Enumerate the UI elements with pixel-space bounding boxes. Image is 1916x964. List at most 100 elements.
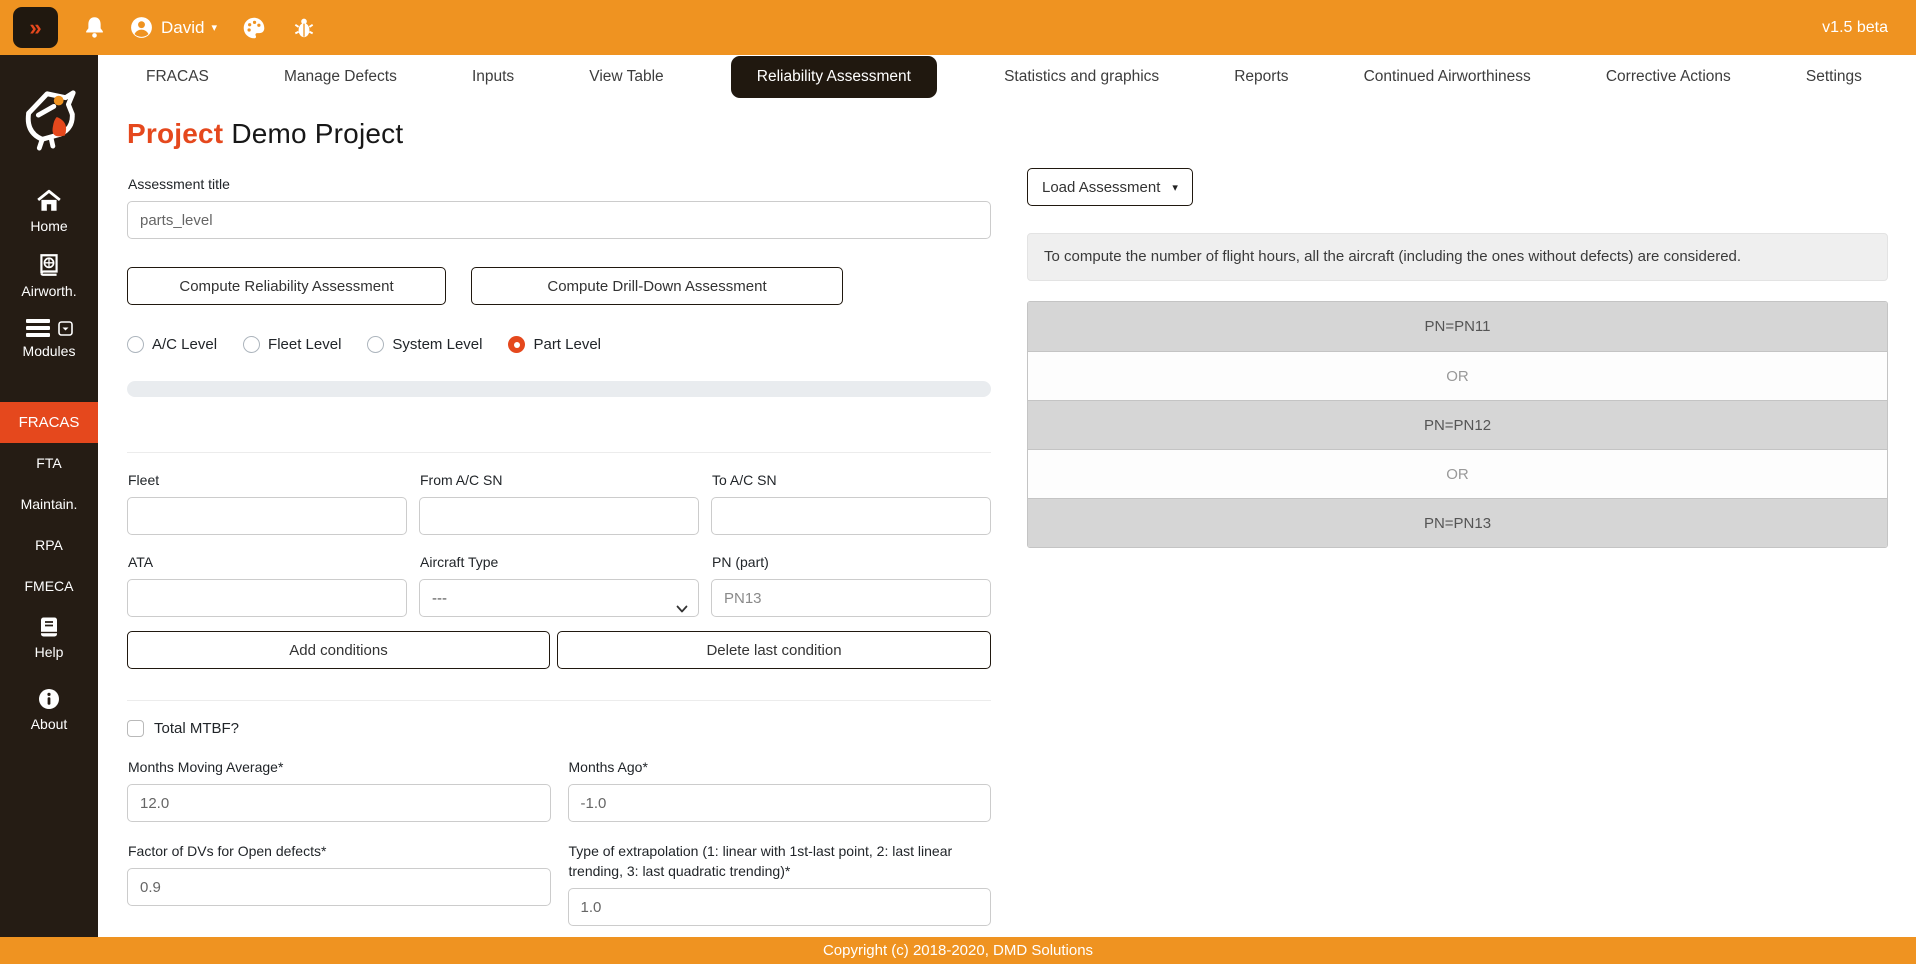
from-ac-sn-field: From A/C SN — [419, 470, 699, 535]
modules-dropdown-icon[interactable] — [58, 321, 73, 336]
delete-last-condition-button[interactable]: Delete last condition — [557, 631, 991, 669]
pn-input[interactable] — [711, 579, 991, 617]
user-menu-caret-icon: ▾ — [211, 21, 217, 34]
ata-input[interactable] — [127, 579, 407, 617]
sidebar-item-modules[interactable]: Modules — [0, 318, 98, 359]
assessment-form: Project Demo Project Assessment title Co… — [127, 102, 991, 926]
sidebar-item-fta[interactable]: FTA — [0, 455, 98, 471]
pn-field: PN (part) — [711, 552, 991, 617]
sidebar-item-maintain[interactable]: Maintain. — [0, 496, 98, 512]
radio-circle-icon[interactable] — [243, 336, 260, 353]
compute-drilldown-button[interactable]: Compute Drill-Down Assessment — [471, 267, 843, 305]
months-moving-average-label: Months Moving Average* — [128, 757, 551, 777]
user-menu[interactable]: David ▾ — [129, 15, 217, 40]
radio-circle-icon[interactable] — [127, 336, 144, 353]
module-tab-bar: FRACAS Manage Defects Inputs View Table … — [98, 55, 1916, 102]
sidebar-item-home[interactable]: Home — [0, 189, 98, 234]
sidebar-item-label: Airworth. — [21, 283, 76, 299]
ata-field: ATA — [127, 552, 407, 617]
add-conditions-button[interactable]: Add conditions — [127, 631, 550, 669]
radio-part-level[interactable]: Part Level — [508, 336, 601, 353]
bug-report-icon[interactable] — [291, 15, 317, 41]
aircraft-type-label: Aircraft Type — [420, 552, 699, 572]
to-ac-sn-input[interactable] — [711, 497, 991, 535]
home-icon — [36, 189, 62, 213]
info-circle-icon — [37, 687, 61, 711]
tab-view-table[interactable]: View Table — [581, 55, 671, 99]
compute-reliability-button[interactable]: Compute Reliability Assessment — [127, 267, 446, 305]
level-radio-group: A/C Level Fleet Level System Level Part … — [127, 336, 991, 353]
sidebar-item-label: Help — [35, 644, 64, 660]
load-assessment-button[interactable]: Load Assessment ▾ — [1027, 168, 1193, 206]
sidebar-item-label: About — [31, 716, 68, 732]
condition-row: PN=PN13 — [1028, 498, 1887, 547]
total-mtbf-checkbox[interactable] — [127, 720, 144, 737]
dropdown-caret-icon: ▾ — [1172, 181, 1178, 194]
factor-dvs-field: Factor of DVs for Open defects* — [127, 841, 551, 906]
radio-circle-checked-icon[interactable] — [508, 336, 525, 353]
from-ac-sn-input[interactable] — [419, 497, 699, 535]
to-ac-sn-field: To A/C SN — [711, 470, 991, 535]
sidebar-item-rpa[interactable]: RPA — [0, 537, 98, 553]
radio-system-level[interactable]: System Level — [367, 336, 482, 353]
assessment-title-input[interactable] — [127, 201, 991, 239]
app-version: v1.5 beta — [1822, 19, 1888, 37]
to-ac-sn-label: To A/C SN — [712, 470, 991, 490]
months-moving-average-input[interactable] — [127, 784, 551, 822]
user-avatar-icon — [129, 15, 154, 40]
factor-dvs-label: Factor of DVs for Open defects* — [128, 841, 551, 861]
airworthiness-book-icon — [36, 252, 62, 278]
sidebar-item-label: Home — [30, 218, 67, 234]
extrapolation-type-label: Type of extrapolation (1: linear with 1s… — [569, 841, 992, 881]
extrapolation-type-input[interactable] — [568, 888, 992, 926]
fleet-input[interactable] — [127, 497, 407, 535]
divider — [127, 452, 991, 453]
condition-operator-row: OR — [1028, 351, 1887, 400]
info-text: To compute the number of flight hours, a… — [1044, 248, 1741, 265]
top-bar: » David ▾ v1.5 beta — [0, 0, 1916, 55]
factor-dvs-input[interactable] — [127, 868, 551, 906]
total-mtbf-option[interactable]: Total MTBF? — [127, 720, 991, 737]
sidebar-item-help[interactable]: Help — [0, 615, 98, 660]
divider — [127, 700, 991, 701]
theme-palette-icon[interactable] — [241, 15, 267, 41]
months-ago-field: Months Ago* — [568, 757, 992, 822]
condition-row: PN=PN11 — [1028, 302, 1887, 351]
assessment-side-panel: Load Assessment ▾ To compute the number … — [1027, 102, 1888, 548]
tab-settings[interactable]: Settings — [1798, 55, 1870, 99]
radio-fleet-level[interactable]: Fleet Level — [243, 336, 341, 353]
months-ago-label: Months Ago* — [569, 757, 992, 777]
tab-continued-airworthiness[interactable]: Continued Airworthiness — [1356, 55, 1539, 99]
sidebar-item-label: Modules — [23, 343, 76, 359]
notifications-bell-icon[interactable] — [82, 15, 107, 40]
aircraft-type-select[interactable]: --- — [419, 579, 699, 617]
tab-manage-defects[interactable]: Manage Defects — [276, 55, 405, 99]
pn-label: PN (part) — [712, 552, 991, 572]
tab-inputs[interactable]: Inputs — [464, 55, 522, 99]
condition-operator-row: OR — [1028, 449, 1887, 498]
sidebar-item-fracas-active[interactable]: FRACAS — [0, 402, 98, 443]
months-ago-input[interactable] — [568, 784, 992, 822]
total-mtbf-label: Total MTBF? — [154, 720, 239, 737]
tab-statistics-and-graphics[interactable]: Statistics and graphics — [996, 55, 1167, 99]
page-title-prefix: Project — [127, 118, 223, 149]
tab-fracas[interactable]: FRACAS — [138, 55, 217, 99]
from-ac-sn-label: From A/C SN — [420, 470, 699, 490]
tab-reports[interactable]: Reports — [1226, 55, 1296, 99]
radio-circle-icon[interactable] — [367, 336, 384, 353]
sidebar-item-airworthiness[interactable]: Airworth. — [0, 252, 98, 299]
radio-ac-level[interactable]: A/C Level — [127, 336, 217, 353]
modules-menu-icon — [25, 318, 51, 338]
condition-row: PN=PN12 — [1028, 400, 1887, 449]
tab-corrective-actions[interactable]: Corrective Actions — [1598, 55, 1739, 99]
tab-reliability-assessment[interactable]: Reliability Assessment — [731, 56, 937, 98]
sidebar-item-about[interactable]: About — [0, 687, 98, 732]
sidebar-item-fmeca[interactable]: FMECA — [0, 578, 98, 594]
main-content: FRACAS Manage Defects Inputs View Table … — [98, 55, 1916, 937]
page-title: Project Demo Project — [127, 118, 991, 150]
app-logo — [0, 85, 98, 151]
months-moving-average-field: Months Moving Average* — [127, 757, 551, 822]
project-name: Demo Project — [231, 118, 403, 149]
aircraft-type-field: Aircraft Type --- — [419, 552, 699, 617]
sidebar-collapse-button[interactable]: » — [13, 7, 58, 48]
